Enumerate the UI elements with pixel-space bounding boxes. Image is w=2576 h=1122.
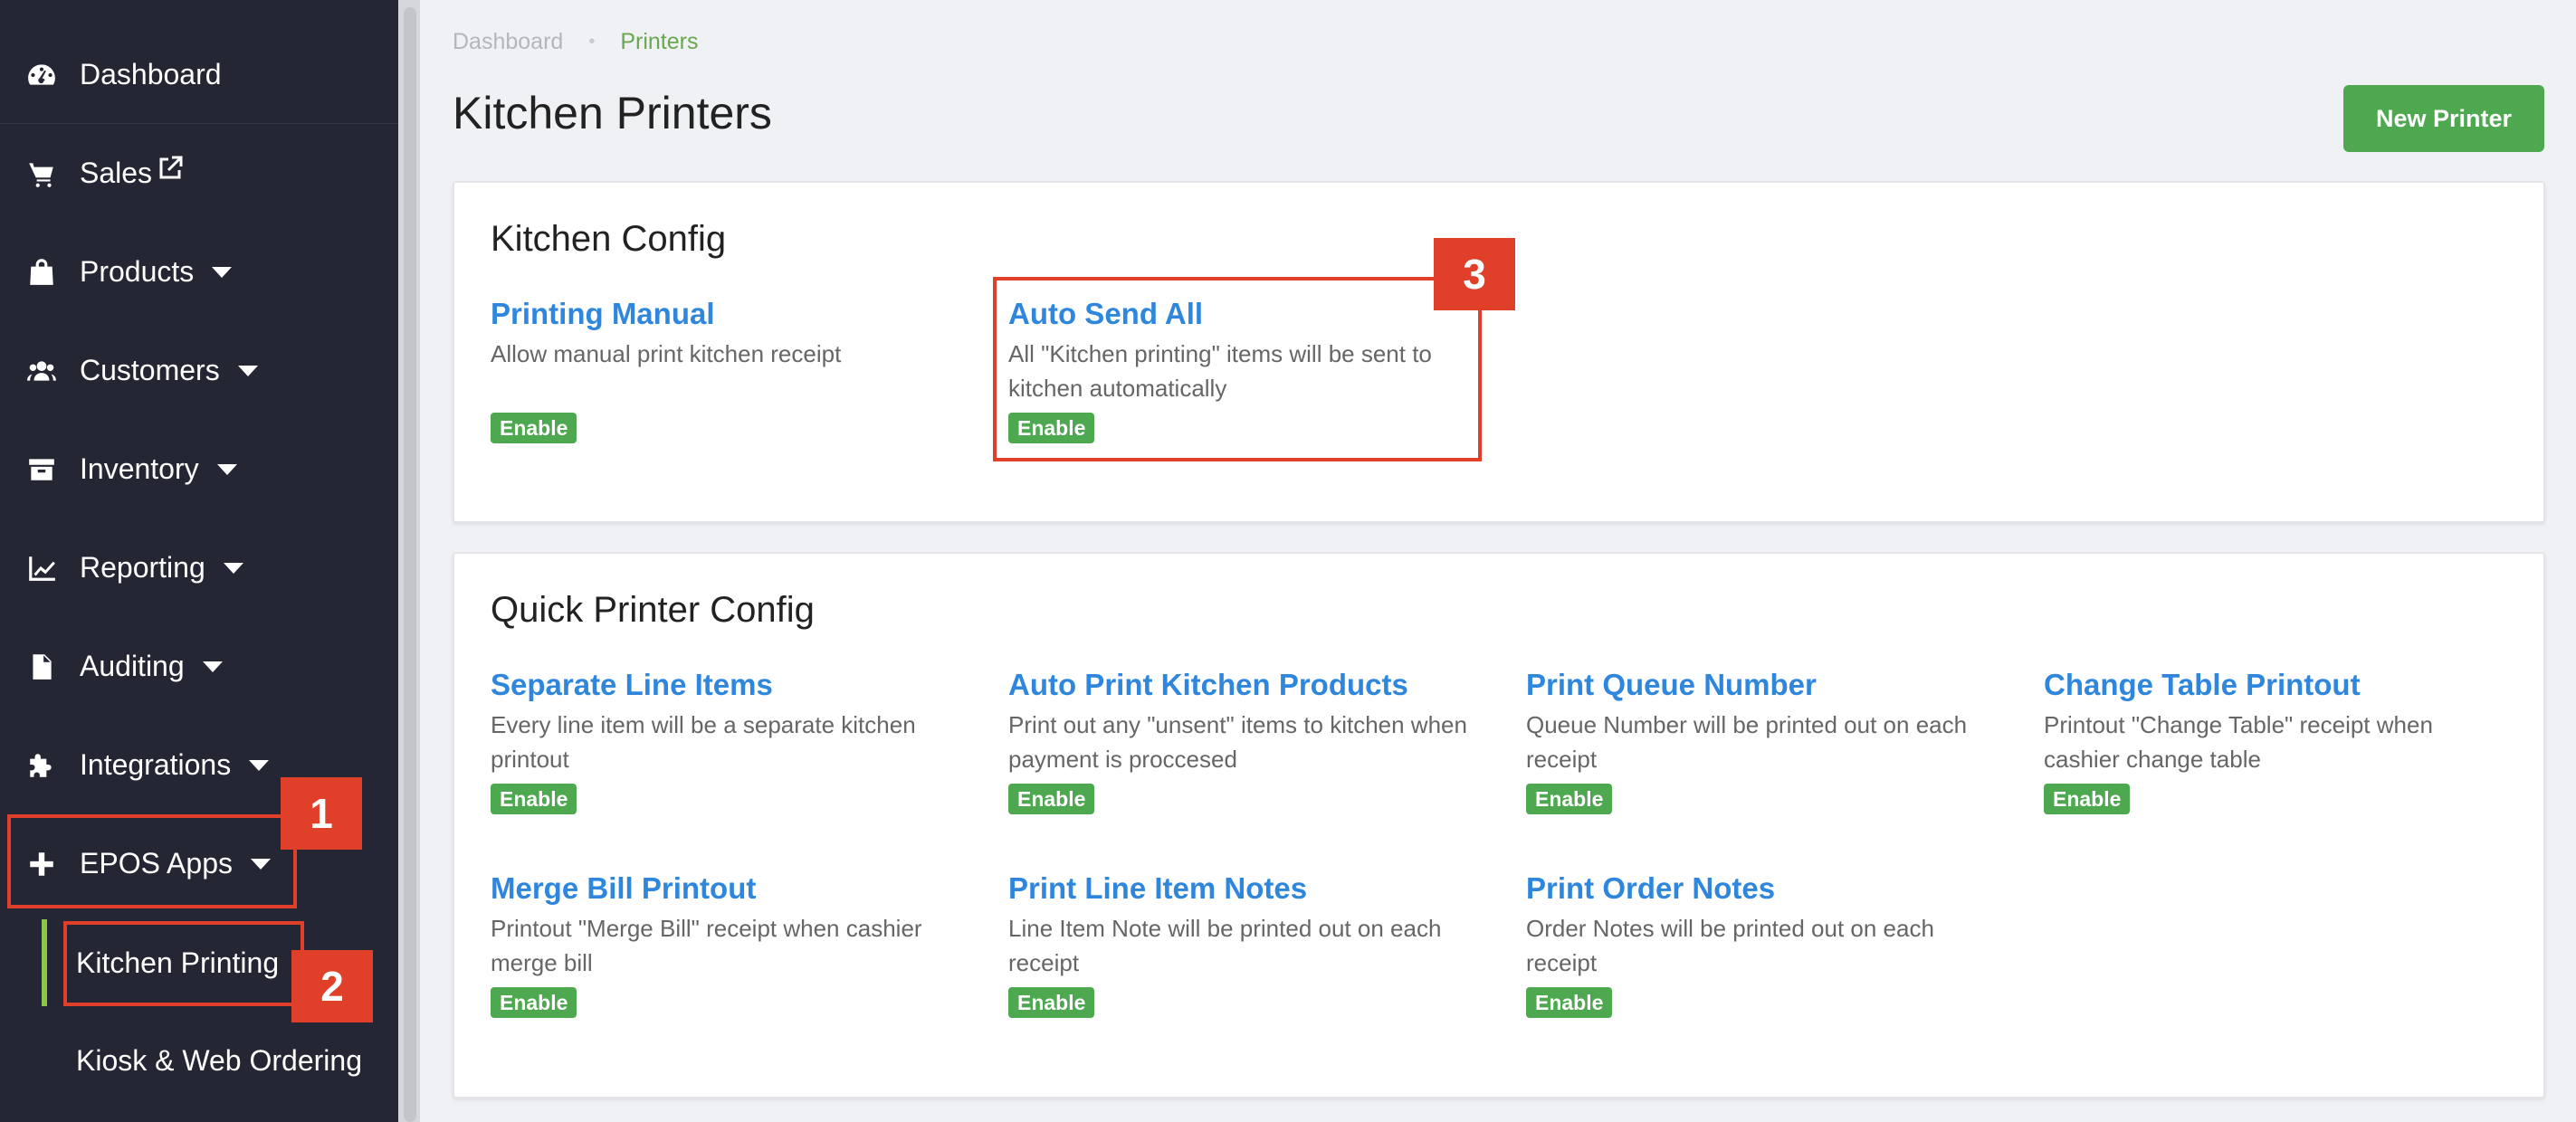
sidebar-item-label: Integrations [80, 748, 232, 781]
status-badge[interactable]: Enable [2044, 784, 2131, 814]
annotation-number-1: 1 [281, 777, 362, 850]
sidebar-item-customers[interactable]: Customers [0, 321, 398, 420]
option-title-link[interactable]: Auto Print Kitchen Products [1008, 668, 1479, 702]
archive-icon [24, 452, 60, 488]
annotation-box-3 [993, 277, 1482, 461]
option-auto-print-kitchen-products: Auto Print Kitchen Products Print out an… [1008, 668, 1479, 814]
option-print-line-item-notes: Print Line Item Notes Line Item Note wil… [1008, 871, 1479, 1018]
option-printing-manual: Printing Manual Allow manual print kitch… [491, 297, 979, 443]
option-description: Line Item Note will be printed out on ea… [1008, 915, 1442, 976]
option-merge-bill-printout: Merge Bill Printout Printout "Merge Bill… [491, 871, 979, 1018]
annotation-box-2 [63, 921, 304, 1006]
sidebar-item-label: Auditing [80, 650, 185, 682]
puzzle-icon [24, 747, 60, 784]
page-title: Kitchen Printers [453, 88, 772, 138]
option-change-table-printout: Change Table Printout Printout "Change T… [2044, 668, 2514, 814]
sidebar-item-label: Reporting [80, 551, 205, 584]
kitchen-config-card: Kitchen Config Printing Manual Allow man… [453, 181, 2545, 523]
sidebar-item-auditing[interactable]: Auditing [0, 617, 398, 716]
sidebar-item-dashboard[interactable]: Dashboard [0, 25, 398, 124]
new-printer-button[interactable]: New Printer [2343, 85, 2544, 152]
breadcrumb-current: Printers [620, 29, 699, 54]
option-title-link[interactable]: Print Queue Number [1526, 668, 2006, 702]
annotation-number-2: 2 [291, 950, 373, 1022]
chevron-down-icon [216, 463, 237, 475]
sidebar-scrollbar-thumb[interactable] [404, 7, 416, 1122]
sidebar-subitem-kiosk-web-ordering[interactable]: Kiosk & Web Ordering [0, 1015, 398, 1106]
chevron-down-icon [202, 661, 223, 672]
status-badge[interactable]: Enable [491, 784, 577, 814]
status-badge[interactable]: Enable [1008, 784, 1095, 814]
breadcrumb: Dashboard • Printers [453, 29, 698, 55]
annotation-number-3: 3 [1434, 238, 1515, 310]
users-icon [24, 353, 60, 389]
option-description: Every line item will be a separate kitch… [491, 711, 916, 773]
chevron-down-icon [223, 562, 243, 574]
status-badge[interactable]: Enable [491, 987, 577, 1018]
option-title-link[interactable]: Printing Manual [491, 297, 979, 331]
option-title-link[interactable]: Print Line Item Notes [1008, 871, 1479, 906]
option-title-link[interactable]: Separate Line Items [491, 668, 979, 702]
status-badge[interactable]: Enable [1526, 784, 1613, 814]
sidebar-subitem-label: Kiosk & Web Ordering [76, 1043, 362, 1077]
option-description: Print out any "unsent" items to kitchen … [1008, 711, 1467, 773]
cart-icon [24, 156, 60, 192]
sidebar-item-label: Products [80, 255, 195, 288]
quick-printer-config-card: Quick Printer Config Separate Line Items… [453, 552, 2545, 1098]
status-badge[interactable]: Enable [1008, 987, 1095, 1018]
chart-line-icon [24, 550, 60, 586]
sidebar-item-label: Sales [80, 157, 153, 189]
chevron-down-icon [212, 266, 233, 278]
dashboard-icon [24, 57, 60, 93]
chevron-down-icon [237, 365, 258, 376]
card-title: Quick Printer Config [491, 590, 815, 630]
option-title-link[interactable]: Change Table Printout [2044, 668, 2514, 702]
option-description: Printout "Merge Bill" receipt when cashi… [491, 915, 922, 976]
status-badge[interactable]: Enable [1526, 987, 1613, 1018]
status-badge[interactable]: Enable [491, 413, 577, 443]
sidebar-item-inventory[interactable]: Inventory [0, 420, 398, 518]
option-description: Printout "Change Table" receipt when cas… [2044, 711, 2433, 773]
file-icon [24, 649, 60, 685]
option-description: Allow manual print kitchen receipt [491, 340, 842, 367]
breadcrumb-separator: • [588, 32, 596, 52]
sidebar-item-products[interactable]: Products [0, 223, 398, 321]
sidebar-item-label: Customers [80, 354, 220, 386]
chevron-down-icon [249, 759, 270, 771]
option-separate-line-items: Separate Line Items Every line item will… [491, 668, 979, 814]
sidebar-item-sales[interactable]: Sales [0, 124, 398, 223]
bag-icon [24, 254, 60, 290]
external-link-icon [156, 154, 186, 185]
annotation-box-1 [7, 814, 297, 908]
option-title-link[interactable]: Merge Bill Printout [491, 871, 979, 906]
sidebar-item-label: Dashboard [80, 58, 222, 90]
option-description: Order Notes will be printed out on each … [1526, 915, 1934, 976]
option-print-order-notes: Print Order Notes Order Notes will be pr… [1526, 871, 2006, 1018]
option-print-queue-number: Print Queue Number Queue Number will be … [1526, 668, 2006, 814]
sidebar-item-label: Inventory [80, 452, 199, 485]
breadcrumb-home-link[interactable]: Dashboard [453, 29, 563, 55]
option-title-link[interactable]: Print Order Notes [1526, 871, 2006, 906]
option-description: Queue Number will be printed out on each… [1526, 711, 1968, 773]
sidebar-item-reporting[interactable]: Reporting [0, 518, 398, 617]
card-title: Kitchen Config [491, 219, 727, 259]
